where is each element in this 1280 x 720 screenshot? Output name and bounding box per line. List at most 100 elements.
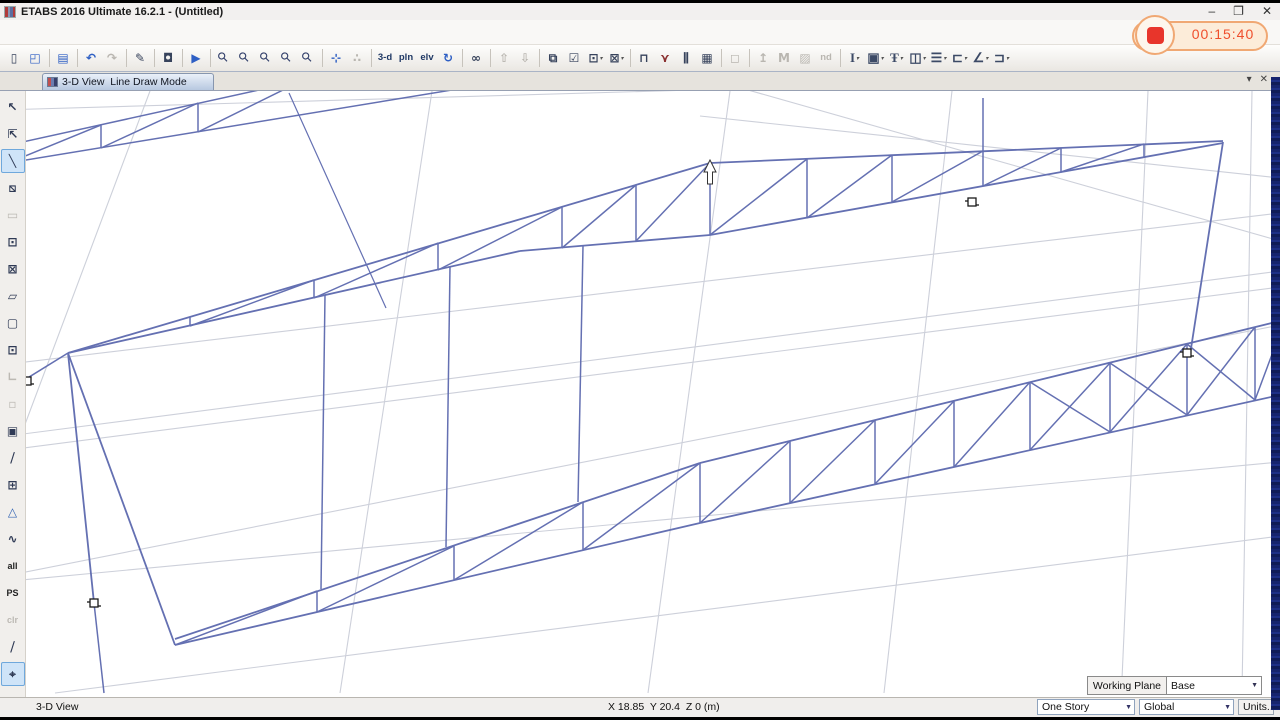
object-visibility-icon[interactable]: ☑ (564, 47, 585, 69)
tab-list-dropdown-icon[interactable]: ▾ (1247, 74, 1252, 85)
rotate-3d-view-icon[interactable]: ↻ (438, 47, 459, 69)
snap-to-point-icon[interactable]: ⌖ (0, 661, 25, 686)
menu-item[interactable] (26, 28, 44, 36)
menu-item[interactable] (188, 28, 206, 36)
menu-item[interactable] (98, 28, 116, 36)
assign-frame-load-icon[interactable]: M (774, 47, 795, 69)
steel-i-section-icon[interactable]: I ▾ (844, 47, 865, 69)
window-title: ETABS 2016 Ultimate 16.2.1 - (Untitled) (21, 5, 224, 18)
recording-timer: 00:15:40 (1191, 26, 1255, 42)
assign-point-load-icon[interactable]: ↥ (753, 47, 774, 69)
move-story-down-icon[interactable]: ⇩ (515, 47, 536, 69)
view-elevation-icon[interactable]: elv (417, 47, 438, 69)
quick-draw-secondary-beams-icon[interactable]: ⊡ (1, 230, 25, 254)
quick-draw-area-icon[interactable]: ⊡ (1, 338, 25, 362)
select-previous-icon[interactable]: PS (1, 581, 25, 605)
draw-dimension-icon[interactable]: △ (1, 500, 25, 524)
quick-draw-wall-icon[interactable]: ▫ (1, 392, 25, 416)
concrete-column-section-icon[interactable]: ▣ ▾ (865, 47, 886, 69)
menu-item[interactable] (134, 28, 152, 36)
zoom-out-icon[interactable]: ⚲ (298, 47, 319, 69)
close-button[interactable]: ✕ (1262, 4, 1272, 18)
menu-item[interactable] (224, 28, 242, 36)
quick-draw-x-braces-icon[interactable]: ⊠ (1, 257, 25, 281)
zoom-previous-icon[interactable]: ⚲ (256, 47, 277, 69)
quick-draw-beam-icon[interactable]: ⧅ (1, 176, 25, 200)
view-3d-icon[interactable]: 3-d (375, 47, 396, 69)
selection-handles[interactable] (26, 197, 1194, 608)
zoom-rubber-band-icon[interactable]: ⚲ (214, 47, 235, 69)
tee-section-icon[interactable]: Ŧ ▾ (886, 47, 907, 69)
units-button[interactable]: Units... (1238, 699, 1276, 715)
draw-grid-icon[interactable]: ⊞ (1, 473, 25, 497)
cursor-coordinates: X 18.85 Y 20.4 Z 0 (m) (608, 701, 720, 713)
draw-link-icon[interactable]: ⧸ (1, 446, 25, 470)
redo-icon[interactable]: ↷ (102, 47, 123, 69)
story-mode-dropdown[interactable]: One Story ▼ (1037, 699, 1135, 715)
working-plane-control: Working Plane Base ▼ (1086, 676, 1262, 695)
nd-icon[interactable]: nd (816, 47, 837, 69)
coord-system-dropdown[interactable]: Global ▼ (1139, 699, 1234, 715)
restore-button[interactable]: ❐ (1233, 4, 1244, 18)
video-artifact-strip (1271, 77, 1280, 710)
plate-section-icon[interactable]: ⊐ ▾ (991, 47, 1012, 69)
draw-reference-curve-icon[interactable]: ∿ (1, 527, 25, 551)
app-logo-icon (4, 5, 16, 18)
select-all-icon[interactable]: all (1, 554, 25, 578)
deck-section-icon[interactable]: ☰ ▾ (928, 47, 949, 69)
open-file-icon[interactable]: ◰ (25, 47, 46, 69)
display-options-icon[interactable]: ∞ (466, 47, 487, 69)
walk-through-icon[interactable]: ∴ (347, 47, 368, 69)
detailing-tool-icon[interactable]: ◻ (725, 47, 746, 69)
view-plan-icon[interactable]: pln (396, 47, 417, 69)
draw-wall-icon[interactable]: ⫼ (676, 47, 697, 69)
record-stop-button[interactable] (1135, 15, 1175, 55)
joint-options-icon[interactable]: ⊡ ▾ (585, 47, 606, 69)
menu-item[interactable] (206, 28, 224, 36)
zoom-in-icon[interactable]: ⚲ (277, 47, 298, 69)
etabs-window: ETABS 2016 Ultimate 16.2.1 - (Untitled) … (0, 3, 1280, 717)
menu-item[interactable] (152, 28, 170, 36)
minimize-button[interactable]: – (1208, 4, 1215, 18)
draw-beam-line-icon[interactable]: ╲ (0, 148, 25, 173)
tab-close-icon[interactable]: ✕ (1260, 74, 1268, 85)
draw-door-window-icon[interactable]: ▣ (1, 419, 25, 443)
tab-3d-view[interactable]: 3-D View Line Draw Mode (42, 73, 214, 90)
unlock-model-icon[interactable]: ◘ (158, 47, 179, 69)
draw-poly-area-icon[interactable]: ▱ (1, 284, 25, 308)
save-icon[interactable]: ▤ (53, 47, 74, 69)
menu-item[interactable] (8, 28, 26, 36)
draw-frame-icon[interactable]: ⊓ (634, 47, 655, 69)
menu-item[interactable] (44, 28, 62, 36)
channel-section-icon[interactable]: ⊏ ▾ (949, 47, 970, 69)
undo-icon[interactable]: ↶ (81, 47, 102, 69)
edit-pencil-icon[interactable]: ✎ (130, 47, 151, 69)
menu-item[interactable] (80, 28, 98, 36)
assign-area-load-icon[interactable]: ▨ (795, 47, 816, 69)
move-story-up-icon[interactable]: ⇧ (494, 47, 515, 69)
reshape-object-icon[interactable]: ⇱ (1, 122, 25, 146)
menu-item[interactable] (242, 28, 260, 36)
draw-floor-icon[interactable]: ▦ (697, 47, 718, 69)
zoom-full-view-icon[interactable]: ⚲ (235, 47, 256, 69)
pan-icon[interactable]: ⊹ (326, 47, 347, 69)
angle-section-icon[interactable]: ∠ ▾ (970, 47, 991, 69)
draw-wall-stack-icon[interactable]: ∟ (1, 365, 25, 389)
deselect-lines-icon[interactable]: ⧸ (1, 635, 25, 659)
draw-rect-area-icon[interactable]: ▢ (1, 311, 25, 335)
draw-joint-icon[interactable]: ⋎ (655, 47, 676, 69)
clear-selection-icon[interactable]: clr (1, 608, 25, 632)
menu-item[interactable] (170, 28, 188, 36)
run-analysis-icon[interactable]: ▶ (186, 47, 207, 69)
toolbar-separator (322, 49, 323, 67)
new-model-icon[interactable]: ▯ (4, 47, 25, 69)
menu-item[interactable] (116, 28, 134, 36)
select-pointer-icon[interactable]: ↖ (1, 95, 25, 119)
model-canvas[interactable]: Working Plane Base ▼ (26, 91, 1271, 697)
composite-section-icon[interactable]: ◫ ▾ (907, 47, 928, 69)
shrink-objects-icon[interactable]: ⧉ (543, 47, 564, 69)
quick-draw-braces-icon[interactable]: ▭ (1, 203, 25, 227)
working-plane-dropdown[interactable]: Base ▼ (1167, 676, 1262, 695)
menu-item[interactable] (62, 28, 80, 36)
object-draw-options-icon[interactable]: ⊠ ▾ (606, 47, 627, 69)
